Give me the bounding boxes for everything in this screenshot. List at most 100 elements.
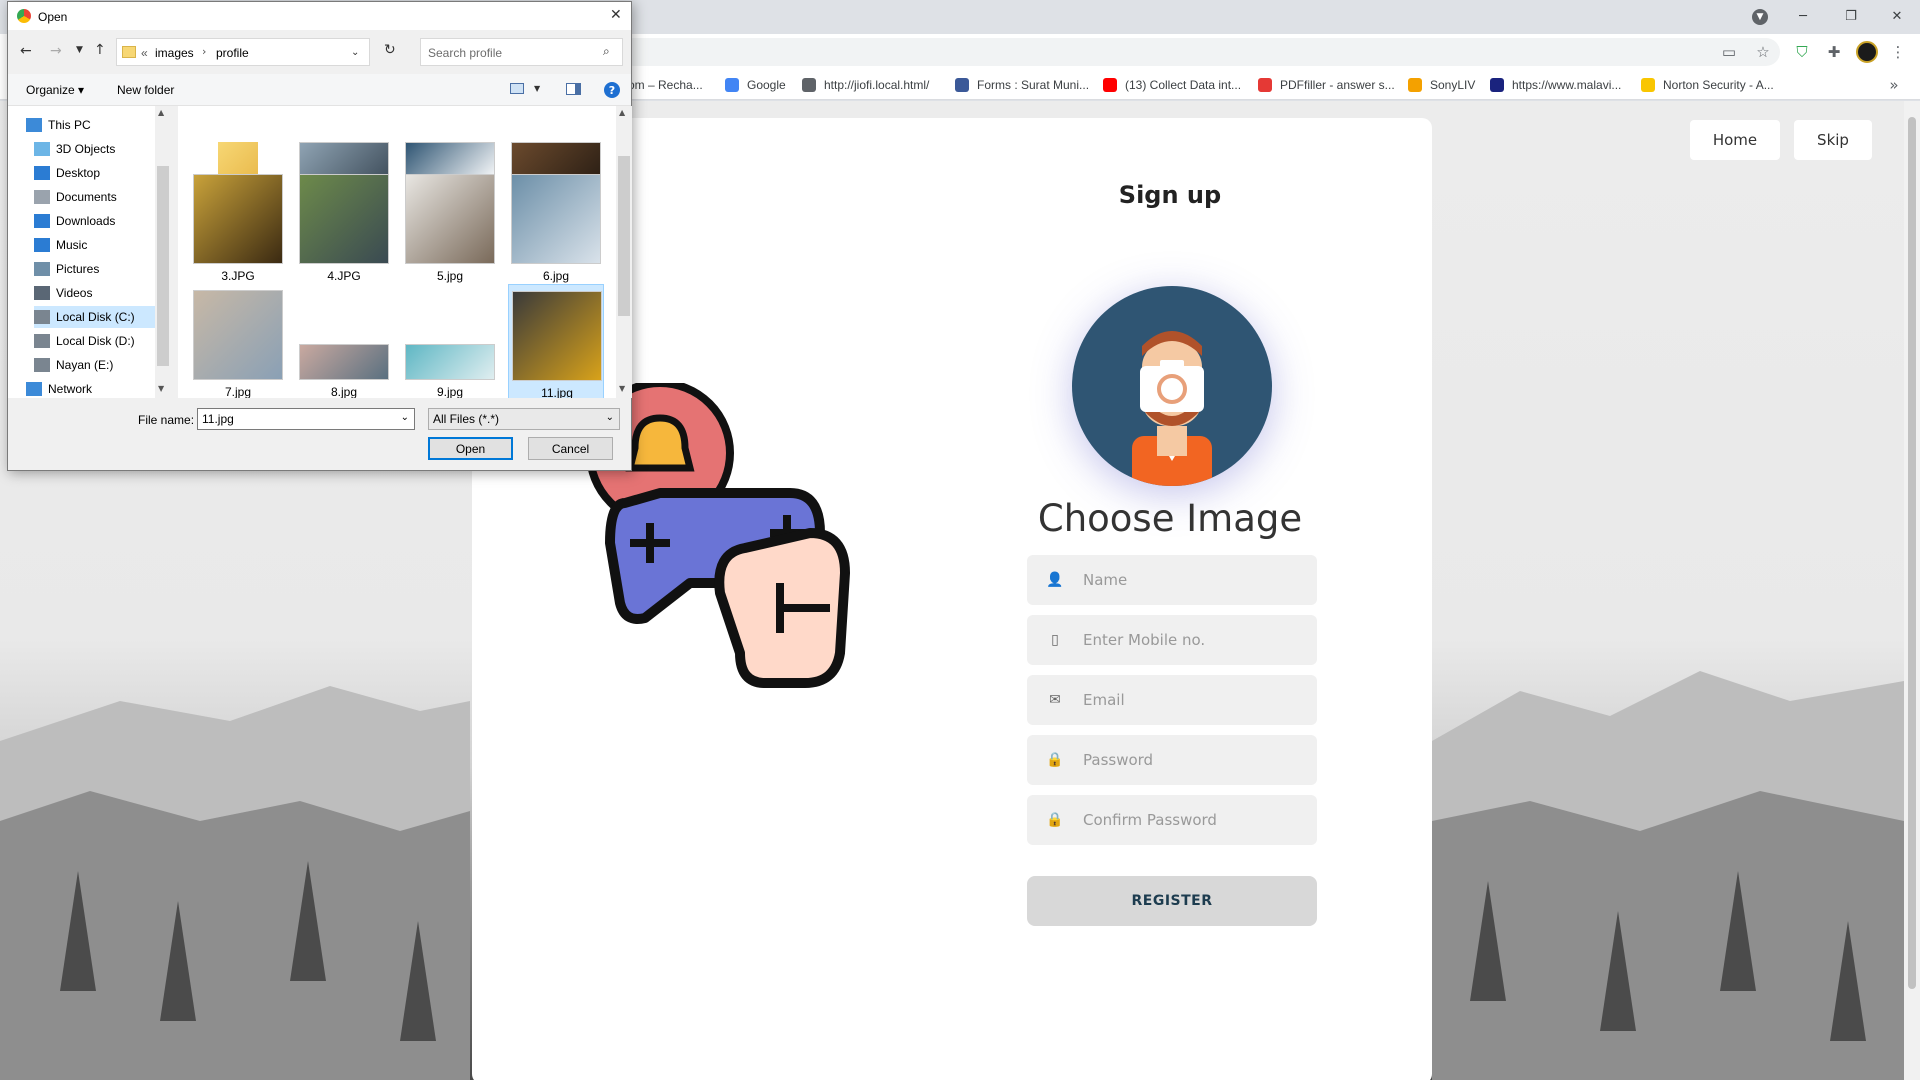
nav-item-local-disk-d[interactable]: Local Disk (D:) xyxy=(34,330,135,352)
scroll-down-icon[interactable]: ▼ xyxy=(158,384,164,393)
forward-arrow-icon[interactable]: → xyxy=(50,43,62,59)
extensions-puzzle-icon[interactable]: ✚ xyxy=(1822,40,1846,64)
cube-icon xyxy=(34,142,50,156)
extension-shield-icon[interactable]: ⛉ xyxy=(1790,40,1814,64)
file-name: 6.jpg xyxy=(542,269,570,283)
profile-avatar[interactable] xyxy=(1856,41,1878,63)
page-scrollbar-thumb[interactable] xyxy=(1908,117,1916,989)
bookmark-item[interactable]: PDFfiller - answer s... xyxy=(1258,76,1395,94)
help-icon[interactable]: ? xyxy=(604,82,620,98)
nav-scroll-thumb[interactable] xyxy=(157,166,169,366)
search-icon[interactable]: ⌕ xyxy=(603,44,610,59)
tab-search-icon[interactable]: ▭ xyxy=(1717,40,1741,64)
bookmark-item[interactable]: https://www.malavi... xyxy=(1490,76,1621,94)
file-scroll-thumb[interactable] xyxy=(618,156,630,316)
nav-item-this-pc[interactable]: This PC xyxy=(26,114,91,136)
choose-image-label[interactable]: Choose Image xyxy=(1020,489,1320,549)
home-button[interactable]: Home xyxy=(1690,120,1780,160)
restore-button[interactable]: ❐ xyxy=(1828,0,1874,32)
bookmark-item[interactable]: http://jiofi.local.html/ xyxy=(802,76,929,94)
address-breadcrumb[interactable]: « images › profile ⌄ xyxy=(116,38,370,66)
profile-dropdown-icon[interactable]: ▼ xyxy=(1752,9,1768,25)
scroll-down-icon[interactable]: ▼ xyxy=(619,384,625,393)
open-button[interactable]: Open xyxy=(428,437,513,460)
shield-bookmark-icon xyxy=(1490,78,1504,92)
bookmarks-overflow-icon[interactable]: » xyxy=(1882,73,1906,97)
desktop-icon xyxy=(34,166,50,180)
up-arrow-icon[interactable]: ↑ xyxy=(94,42,106,58)
field-password[interactable]: 🔒 Password xyxy=(1027,735,1317,785)
bookmark-item[interactable]: Forms : Surat Muni... xyxy=(955,76,1089,94)
nav-item-label: Local Disk (C:) xyxy=(56,310,135,324)
nav-item-documents[interactable]: Documents xyxy=(34,186,117,208)
cancel-button[interactable]: Cancel xyxy=(528,437,613,460)
bookmark-item[interactable]: SonyLIV xyxy=(1408,76,1475,94)
file-type-select[interactable]: All Files (*.*) ⌄ xyxy=(428,408,620,430)
file-item[interactable]: 7.jpg xyxy=(190,284,286,398)
file-item[interactable]: 9.jpg xyxy=(402,284,498,398)
breadcrumb-images[interactable]: images xyxy=(155,46,194,60)
nav-item-local-disk-c[interactable]: Local Disk (C:) xyxy=(34,306,156,328)
view-options-icon[interactable] xyxy=(510,83,524,94)
file-list-scrollbar[interactable]: ▲ ▼ xyxy=(616,106,632,398)
file-item[interactable]: 3.JPG xyxy=(190,168,286,286)
nav-item-3d-objects[interactable]: 3D Objects xyxy=(34,138,115,160)
chevron-down-icon[interactable]: ⌄ xyxy=(606,412,614,423)
file-name: 8.jpg xyxy=(330,385,358,398)
chevron-down-icon[interactable]: ⌄ xyxy=(351,47,359,58)
globe-icon xyxy=(802,78,816,92)
nav-item-downloads[interactable]: Downloads xyxy=(34,210,115,232)
address-bar[interactable] xyxy=(620,38,1780,66)
organize-menu[interactable]: Organize ▾ xyxy=(26,83,84,97)
recent-dropdown-icon[interactable]: ▼ xyxy=(76,45,83,55)
nav-item-desktop[interactable]: Desktop xyxy=(34,162,100,184)
menu-kebab-icon[interactable]: ⋮ xyxy=(1886,40,1910,64)
breadcrumb-profile[interactable]: profile xyxy=(216,46,249,60)
register-button[interactable]: REGISTER xyxy=(1027,876,1317,926)
field-enter-mobile-no[interactable]: ▯ Enter Mobile no. xyxy=(1027,615,1317,665)
nav-item-videos[interactable]: Videos xyxy=(34,282,92,304)
view-dropdown-icon[interactable]: ▼ xyxy=(534,84,540,93)
avatar-upload[interactable] xyxy=(1072,286,1272,486)
back-arrow-icon[interactable]: ← xyxy=(20,43,32,59)
filename-input[interactable]: 11.jpg ⌄ xyxy=(197,408,415,430)
file-item[interactable]: 4.JPG xyxy=(296,168,392,286)
field-name[interactable]: 👤 Name xyxy=(1027,555,1317,605)
image-thumbnail xyxy=(299,344,389,380)
file-item[interactable]: 11.jpg xyxy=(508,284,604,398)
chevron-down-icon[interactable]: ⌄ xyxy=(401,412,409,423)
file-item[interactable]: 5.jpg xyxy=(402,168,498,286)
bookmark-item[interactable]: Norton Security - A... xyxy=(1641,76,1774,94)
file-item[interactable]: 6.jpg xyxy=(508,168,604,286)
bookmark-star-icon[interactable]: ☆ xyxy=(1751,40,1775,64)
preview-pane-icon[interactable] xyxy=(566,83,581,95)
breadcrumb-overflow[interactable]: « xyxy=(141,46,148,60)
bookmark-item[interactable]: Google xyxy=(725,76,786,94)
field-placeholder: Password xyxy=(1083,751,1154,769)
tree-silhouette xyxy=(1600,911,1636,1031)
new-folder-button[interactable]: New folder xyxy=(117,83,174,97)
refresh-icon[interactable]: ↻ xyxy=(384,42,396,58)
search-input[interactable]: Search profile ⌕ xyxy=(420,38,623,66)
search-placeholder: Search profile xyxy=(428,46,503,60)
file-item[interactable]: 8.jpg xyxy=(296,284,392,398)
dialog-close-icon[interactable]: ✕ xyxy=(610,7,622,23)
minimize-button[interactable]: ─ xyxy=(1780,0,1826,32)
nav-item-nayan-e[interactable]: Nayan (E:) xyxy=(34,354,113,376)
nav-item-pictures[interactable]: Pictures xyxy=(34,258,99,280)
image-thumbnail xyxy=(299,174,389,264)
scroll-up-icon[interactable]: ▲ xyxy=(619,108,625,117)
bookmark-label: SonyLIV xyxy=(1430,78,1476,92)
close-window-button[interactable]: ✕ xyxy=(1874,0,1920,32)
bookmark-item[interactable]: (13) Collect Data int... xyxy=(1103,76,1241,94)
nav-item-music[interactable]: Music xyxy=(34,234,87,256)
nav-pane-scrollbar[interactable]: ▲ ▼ xyxy=(155,106,171,398)
nav-item-network[interactable]: Network xyxy=(26,378,92,400)
scroll-up-icon[interactable]: ▲ xyxy=(158,108,164,117)
disk-icon xyxy=(34,310,50,324)
field-email[interactable]: ✉ Email xyxy=(1027,675,1317,725)
skip-button[interactable]: Skip xyxy=(1794,120,1872,160)
field-confirm-password[interactable]: 🔒 Confirm Password xyxy=(1027,795,1317,845)
videos-icon xyxy=(34,286,50,300)
page-scrollbar[interactable] xyxy=(1904,101,1920,1080)
